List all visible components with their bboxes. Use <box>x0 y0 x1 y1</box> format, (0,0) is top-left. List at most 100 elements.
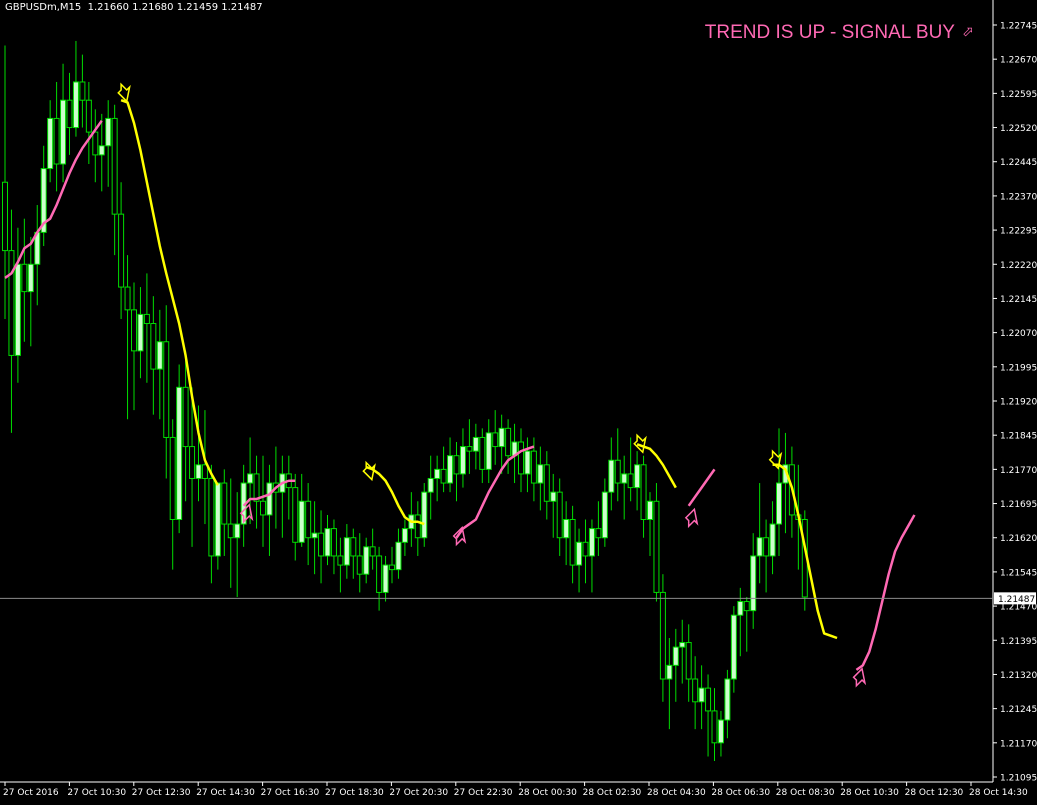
candle-body <box>434 468 441 479</box>
candle-body <box>305 500 312 539</box>
candle-body <box>318 532 325 557</box>
x-tick-label: 27 Oct 22:30 <box>454 788 513 798</box>
candle-body <box>266 482 273 516</box>
candle-body <box>743 601 750 612</box>
candle-body <box>427 477 434 493</box>
x-tick-label: 28 Oct 06:30 <box>711 788 770 798</box>
candle-body <box>440 468 447 484</box>
candle-body <box>685 642 692 680</box>
candle-body <box>324 528 331 557</box>
candle-body <box>453 455 460 475</box>
x-tick-label: 28 Oct 14:30 <box>969 788 1028 798</box>
candle-body <box>556 491 563 539</box>
candle-body <box>763 537 770 557</box>
candle-body <box>401 528 408 543</box>
candle-body <box>389 564 395 571</box>
x-tick-label: 28 Oct 08:30 <box>776 788 835 798</box>
candle-body <box>150 323 157 370</box>
candle-body <box>776 482 782 525</box>
candle-body <box>479 436 486 470</box>
trend-signal-label: TREND IS UP - SIGNAL BUY <box>704 22 955 43</box>
candle-body <box>653 500 660 593</box>
candle-body <box>621 473 628 484</box>
candle-body <box>363 546 370 575</box>
candle-body <box>8 250 15 356</box>
candle-body <box>737 601 744 616</box>
candle-body <box>221 482 228 525</box>
candle-body <box>576 541 583 566</box>
x-tick-label: 27 Oct 14:30 <box>196 788 255 798</box>
candle-body <box>60 99 67 165</box>
y-tick-label: 1.22745 <box>1000 22 1037 32</box>
current-price-label: 1.21487 <box>998 595 1035 605</box>
candle-body <box>569 518 576 566</box>
candle-body <box>472 436 479 452</box>
y-tick-label: 1.21695 <box>1000 500 1037 510</box>
x-tick-label: 27 Oct 10:30 <box>67 788 126 798</box>
candle-body <box>343 537 350 566</box>
trading-chart[interactable]: 1.22745 1.22670 1.22595 1.22520 1.22445 1.223… <box>0 0 1037 801</box>
candle <box>653 483 660 602</box>
candle-body <box>376 555 383 593</box>
x-tick-label: 27 Oct 18:30 <box>325 788 384 798</box>
candle-body <box>382 564 389 593</box>
candle-body <box>466 446 473 452</box>
candle-body <box>698 687 705 703</box>
candle-body <box>131 309 137 352</box>
candle-body <box>550 491 557 502</box>
candlestick-chart[interactable]: 1.22745 1.22670 1.22595 1.22520 1.22445 1.223… <box>0 0 1037 801</box>
candle-body <box>163 341 170 438</box>
candle-body <box>118 213 125 288</box>
candle-body <box>292 487 299 543</box>
y-tick-label: 1.22295 <box>1000 227 1037 237</box>
x-tick-label: 27 Oct 20:30 <box>389 788 448 798</box>
candle-body <box>234 523 241 539</box>
y-tick-label: 1.22670 <box>1000 56 1037 66</box>
candle-body <box>421 491 428 539</box>
candle-body <box>647 500 653 520</box>
symbol-timeframe: GBPUSDm,M15 <box>5 2 82 13</box>
y-tick-label: 1.21995 <box>1000 363 1037 373</box>
y-tick-label: 1.21620 <box>1000 534 1037 544</box>
candle-body <box>505 427 512 457</box>
x-tick-label: 27 Oct 16:30 <box>261 788 320 798</box>
candle-body <box>2 181 8 252</box>
candle <box>421 483 428 547</box>
candle-body <box>627 473 634 489</box>
candle-body <box>369 546 376 557</box>
candle-body <box>143 313 150 325</box>
candle-body <box>679 642 686 648</box>
candle-body <box>14 263 21 356</box>
candle-body <box>724 678 731 721</box>
y-tick-label: 1.22445 <box>1000 158 1037 168</box>
candle-body <box>27 263 34 293</box>
candle-body <box>634 464 641 489</box>
x-tick-label: 27 Oct 2016 <box>3 788 59 798</box>
candle-body <box>105 117 112 147</box>
candle-body <box>730 614 737 680</box>
candle-body <box>66 99 73 129</box>
candle-body <box>85 99 92 133</box>
candle-body <box>260 500 266 516</box>
candle-body <box>311 532 318 539</box>
y-tick-label: 1.21395 <box>1000 637 1037 647</box>
candle-body <box>98 145 105 156</box>
x-tick-label: 28 Oct 02:30 <box>583 788 642 798</box>
y-tick-label: 1.21920 <box>1000 398 1037 408</box>
x-tick-label: 28 Oct 04:30 <box>647 788 706 798</box>
candle-body <box>182 386 189 448</box>
y-tick-label: 1.21320 <box>1000 671 1037 681</box>
candle-body <box>608 459 615 493</box>
candle-body <box>72 81 79 129</box>
candle <box>176 364 183 534</box>
candle-body <box>156 341 163 370</box>
y-tick-label: 1.22070 <box>1000 329 1037 339</box>
y-tick-label: 1.22145 <box>1000 295 1037 305</box>
candle-body <box>414 514 421 539</box>
candle-body <box>447 455 454 484</box>
candle-body <box>214 482 221 557</box>
candle-body <box>543 464 550 502</box>
candle-body <box>330 528 337 557</box>
candle-body <box>227 523 234 539</box>
candle-body <box>530 450 537 484</box>
